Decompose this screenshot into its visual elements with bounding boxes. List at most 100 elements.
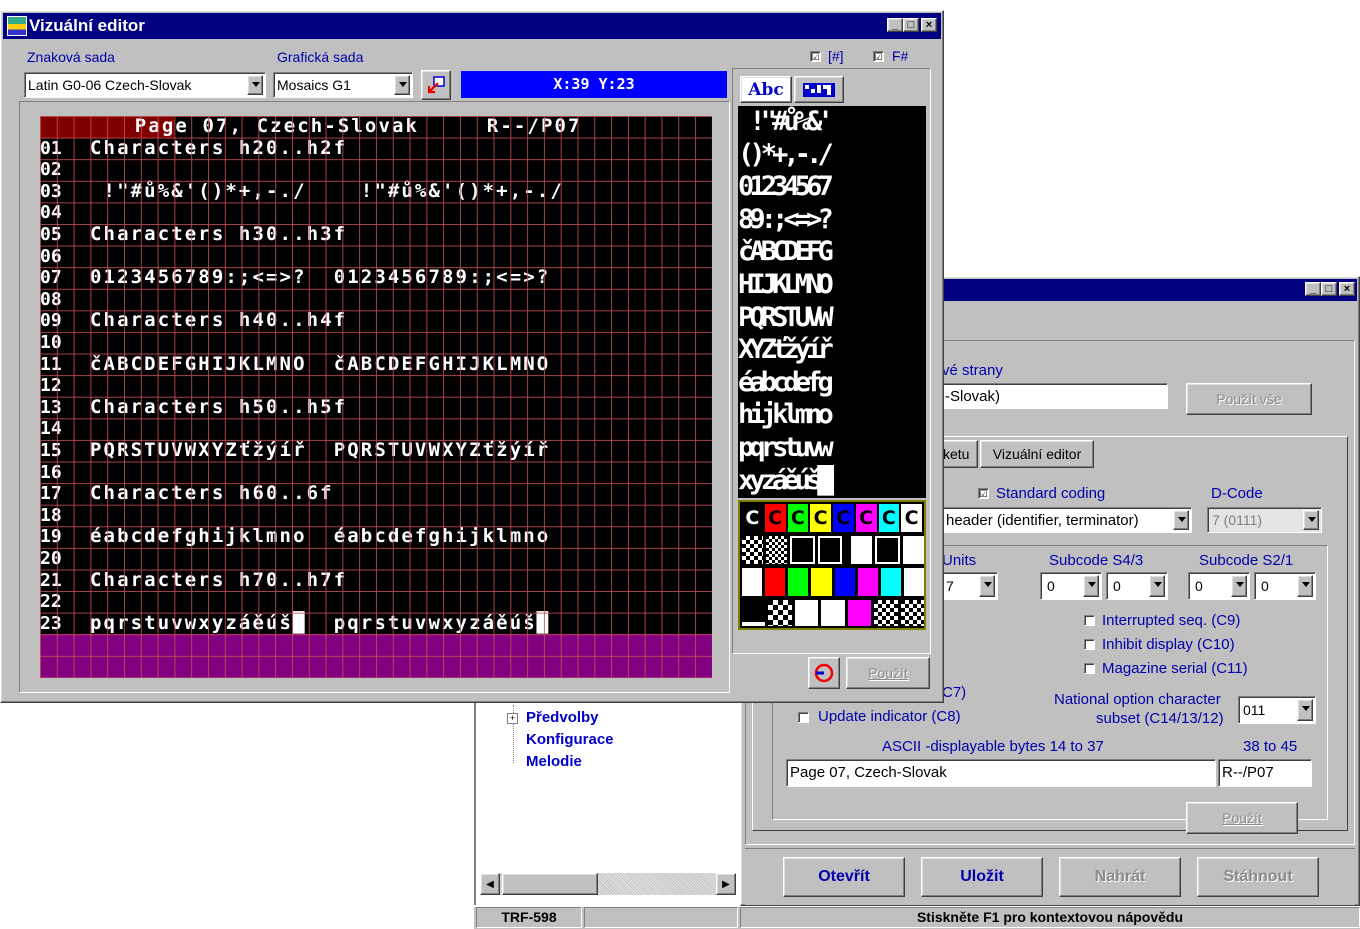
palette-char-row[interactable]: XYZťžýíř bbox=[738, 334, 926, 366]
upload-button[interactable]: Nahrát bbox=[1059, 857, 1181, 897]
apply-all-button[interactable]: Použít vše bbox=[1186, 383, 1312, 415]
status-help: Stiskněte F1 pro kontextovou nápovědu bbox=[916, 909, 1184, 925]
scroll-right-button[interactable]: ▶ bbox=[716, 873, 736, 895]
tab-ketu[interactable]: ketu bbox=[940, 440, 978, 468]
ascii-input[interactable]: Page 07, Czech-Slovak bbox=[786, 759, 1216, 787]
char-set-select[interactable]: Latin G0-06 Czech-Slovak bbox=[24, 72, 266, 98]
header-select[interactable]: header (identifier, terminator) bbox=[942, 507, 1192, 533]
row-number: 21 bbox=[40, 569, 62, 591]
teletext-row: Characters h40..h4f bbox=[90, 309, 348, 332]
range-input[interactable]: R--/P07 bbox=[1218, 759, 1312, 787]
color-swatch[interactable]: C bbox=[810, 504, 831, 532]
editor-minimize-button[interactable]: _ bbox=[887, 18, 903, 32]
dcode-select[interactable]: 7 (0111) bbox=[1207, 507, 1322, 533]
units-label: Units bbox=[942, 552, 977, 569]
tab-visual-editor[interactable]: Vizuální editor bbox=[980, 440, 1094, 468]
update-indicator-checkbox[interactable] bbox=[798, 712, 809, 723]
save-button[interactable]: Uložit bbox=[921, 857, 1043, 897]
color-swatch[interactable]: C bbox=[787, 504, 809, 532]
swap-sets-button[interactable] bbox=[421, 70, 451, 100]
tree-item-predvolby[interactable]: Předvolby bbox=[526, 709, 599, 726]
teletext-row: 0123456789:;<=>? 0123456789:;<=>? bbox=[90, 266, 551, 289]
status-empty-panel bbox=[584, 907, 738, 928]
palette-char-row[interactable]: !"#ů%&' bbox=[738, 106, 926, 138]
tree-expander-icon[interactable]: + bbox=[507, 713, 518, 724]
editor-close-button[interactable]: × bbox=[921, 18, 937, 32]
palette-refresh-button[interactable] bbox=[808, 657, 840, 689]
palette-char-row[interactable]: 01234567 bbox=[738, 171, 926, 203]
char-set-arrow-icon[interactable] bbox=[247, 75, 263, 95]
scroll-thumb[interactable] bbox=[502, 873, 598, 895]
palette-char-row[interactable]: PQRSTUVW bbox=[738, 302, 926, 334]
slovak-field[interactable]: -Slovak) bbox=[942, 383, 1168, 409]
palette-char-row[interactable]: 89:;<=>? bbox=[738, 204, 926, 236]
tab-mosaic-chars[interactable] bbox=[794, 76, 844, 103]
editor-maximize-button[interactable]: □ bbox=[903, 18, 919, 32]
ascii-label: ASCII -displayable bytes 14 to 37 bbox=[882, 738, 1104, 755]
maximize-button[interactable]: □ bbox=[1321, 282, 1337, 296]
s21-a-select[interactable]: 0 bbox=[1188, 572, 1250, 600]
row-number: 20 bbox=[40, 548, 62, 569]
s21-a-arrow-icon[interactable] bbox=[1231, 575, 1247, 597]
palette-char-row[interactable]: hijklmno bbox=[738, 399, 926, 431]
s21-b-arrow-icon[interactable] bbox=[1297, 575, 1313, 597]
download-button[interactable]: Stáhnout bbox=[1197, 857, 1319, 897]
color-swatch[interactable]: C bbox=[901, 504, 922, 532]
teletext-screen[interactable]: Page 07, Czech-Slovak R--/P07 01 Character… bbox=[40, 116, 712, 678]
palette-apply-button[interactable]: Použít bbox=[846, 657, 930, 689]
national-select[interactable]: 011 bbox=[1238, 696, 1316, 724]
palette-char-row[interactable]: čABCDEFG bbox=[738, 236, 926, 268]
graphic-set-arrow-icon[interactable] bbox=[394, 75, 410, 95]
units-select[interactable]: 7 bbox=[942, 572, 998, 600]
interrupted-checkbox[interactable] bbox=[1084, 615, 1095, 626]
color-swatch[interactable]: C bbox=[833, 504, 854, 532]
char-palette[interactable]: !"#ů%&' ()*+,-./01234567 89:;<=>? čABCDEFG H… bbox=[738, 106, 926, 498]
color-swatch[interactable]: C bbox=[764, 504, 786, 532]
row-number: 12 bbox=[40, 375, 62, 397]
close-button[interactable]: × bbox=[1339, 282, 1355, 296]
color-swatch[interactable]: C bbox=[742, 504, 763, 532]
minimize-button[interactable]: _ bbox=[1305, 282, 1321, 296]
palette-char-row[interactable]: xyzáěúš█ bbox=[738, 465, 926, 497]
standard-coding-label: Standard coding bbox=[996, 485, 1106, 502]
hash-checkbox[interactable]: ☑ bbox=[810, 51, 821, 62]
s43-a-select[interactable]: 0 bbox=[1040, 572, 1102, 600]
tree-item-konfigurace[interactable]: Konfigurace bbox=[526, 731, 614, 748]
fhash-checkbox[interactable]: ☑ bbox=[873, 51, 884, 62]
teletext-row: PQRSTUVWXYZťžýíř PQRSTUVWXYZťžýíř bbox=[90, 439, 551, 461]
color-swatch[interactable]: C bbox=[878, 504, 900, 532]
units-select-value: 7 bbox=[946, 578, 954, 594]
palette-char-row[interactable]: HIJKLMNO bbox=[738, 269, 926, 301]
header-select-arrow-icon[interactable] bbox=[1173, 510, 1189, 530]
open-button[interactable]: Otevřít bbox=[783, 857, 905, 897]
s43-b-select[interactable]: 0 bbox=[1106, 572, 1168, 600]
s43-b-arrow-icon[interactable] bbox=[1149, 575, 1165, 597]
palette-char-row[interactable]: éabcdefg bbox=[738, 367, 926, 399]
main-window-controls: _ □ × bbox=[1305, 282, 1355, 296]
s43-a-arrow-icon[interactable] bbox=[1083, 575, 1099, 597]
inhibit-checkbox[interactable] bbox=[1084, 639, 1095, 650]
tree-hscrollbar[interactable]: ◀ ▶ bbox=[480, 873, 736, 895]
dcode-select-arrow-icon[interactable] bbox=[1303, 510, 1319, 530]
row-number: 10 bbox=[40, 332, 62, 353]
color-swatch[interactable]: C bbox=[855, 504, 877, 532]
row-number: 13 bbox=[40, 396, 62, 418]
standard-coding-checkbox[interactable]: ☑ bbox=[978, 488, 989, 499]
tab-text-chars[interactable]: Abc bbox=[740, 76, 792, 103]
color-palette[interactable]: CCCCCCCC bbox=[738, 500, 926, 630]
row-number: 01 bbox=[40, 137, 62, 159]
s21-b-select[interactable]: 0 bbox=[1254, 572, 1316, 600]
national-select-arrow-icon[interactable] bbox=[1297, 699, 1313, 721]
header-select-value: header (identifier, terminator) bbox=[946, 511, 1139, 529]
apply-button[interactable]: Použít bbox=[1186, 802, 1298, 834]
teletext-row bbox=[90, 159, 712, 181]
scroll-left-button[interactable]: ◀ bbox=[480, 873, 500, 895]
magazine-checkbox[interactable] bbox=[1084, 663, 1095, 674]
palette-char-row[interactable]: pqrstuvw bbox=[738, 432, 926, 464]
units-select-arrow-icon[interactable] bbox=[979, 575, 995, 597]
graphic-set-select[interactable]: Mosaics G1 bbox=[273, 72, 413, 98]
palette-char-row[interactable]: ()*+,-./ bbox=[738, 139, 926, 171]
row-number: 15 bbox=[40, 440, 62, 461]
tree-item-melodie[interactable]: Melodie bbox=[526, 753, 582, 770]
dcode-label: D-Code bbox=[1211, 485, 1263, 502]
